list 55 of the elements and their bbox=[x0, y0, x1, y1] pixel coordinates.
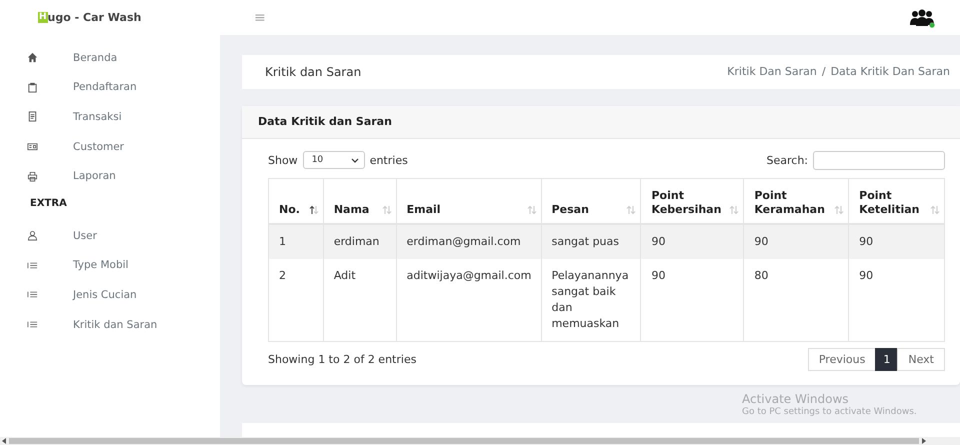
activation-title: Activate Windows bbox=[742, 393, 849, 406]
page-button[interactable]: 1 bbox=[875, 348, 898, 372]
section-heading: EXTRA bbox=[29, 196, 68, 211]
show-label: Show bbox=[268, 154, 298, 167]
search-field[interactable] bbox=[813, 150, 945, 170]
sidebar-item[interactable]: Kritik dan Saran bbox=[73, 318, 158, 331]
logo-mark: H bbox=[38, 12, 48, 23]
list-icon bbox=[27, 289, 38, 300]
sidebar-item[interactable]: Pendaftaran bbox=[73, 81, 137, 94]
receipt-icon bbox=[27, 111, 38, 122]
breadcrumb-item: Data Kritik Dan Saran bbox=[830, 65, 950, 78]
page-title: Kritik dan Saran bbox=[265, 64, 362, 79]
table-info: Showing 1 to 2 of 2 entries bbox=[268, 353, 416, 366]
sidebar-item[interactable]: Type Mobil bbox=[73, 259, 128, 272]
printer-icon bbox=[27, 170, 38, 182]
page-button[interactable]: Previous bbox=[808, 348, 876, 372]
breadcrumb-item[interactable]: Kritik Dan Saran bbox=[727, 65, 817, 78]
table-cell: Adit bbox=[323, 259, 396, 342]
page-button[interactable]: Next bbox=[897, 348, 945, 372]
clipboard-icon bbox=[27, 82, 38, 93]
user-icon bbox=[27, 230, 38, 242]
list-icon bbox=[27, 319, 38, 330]
table-cell: erdiman@gmail.com bbox=[396, 224, 542, 260]
logo-text: ugo - Car Wash bbox=[48, 11, 142, 24]
table-cell: erdiman bbox=[323, 224, 396, 260]
entries-select[interactable]: 10 bbox=[302, 151, 365, 170]
sidebar-item[interactable]: Customer bbox=[73, 140, 124, 153]
card-title: Data Kritik dan Saran bbox=[258, 115, 392, 128]
table-cell: 90 bbox=[640, 259, 744, 342]
table-cell: 90 bbox=[640, 224, 744, 260]
table-cell: 2 bbox=[268, 259, 324, 342]
id-card-icon bbox=[27, 141, 38, 152]
home-icon bbox=[27, 52, 38, 64]
table-cell: 1 bbox=[268, 224, 324, 260]
sidebar-item[interactable]: Beranda bbox=[73, 52, 118, 64]
table-cell: 90 bbox=[744, 224, 849, 260]
sidebar-item[interactable]: Jenis Cucian bbox=[73, 288, 137, 301]
table-cell: sangat puas bbox=[541, 224, 641, 260]
users-icon[interactable] bbox=[909, 8, 935, 28]
entries-label: entries bbox=[370, 154, 408, 167]
search-label: Search: bbox=[766, 154, 808, 167]
breadcrumb-separator: / bbox=[822, 65, 826, 78]
sidebar-item[interactable]: Laporan bbox=[73, 170, 116, 182]
table-cell: Pelayanannya sangat baik dan memuaskan bbox=[541, 259, 641, 342]
table-cell: aditwijaya@gmail.com bbox=[396, 259, 542, 342]
sidebar-item[interactable]: User bbox=[73, 230, 97, 242]
table-cell: 90 bbox=[848, 224, 944, 260]
activation-text: Go to PC settings to activate Windows. bbox=[742, 406, 917, 420]
chevron-down-icon bbox=[350, 158, 359, 163]
table-cell: 90 bbox=[848, 259, 944, 342]
table-cell: 80 bbox=[744, 259, 849, 342]
scroll-right-icon[interactable] bbox=[922, 438, 926, 444]
scroll-left-icon[interactable] bbox=[2, 438, 6, 444]
sidebar-item[interactable]: Transaksi bbox=[73, 110, 122, 123]
horizontal-scrollbar[interactable] bbox=[0, 437, 960, 445]
